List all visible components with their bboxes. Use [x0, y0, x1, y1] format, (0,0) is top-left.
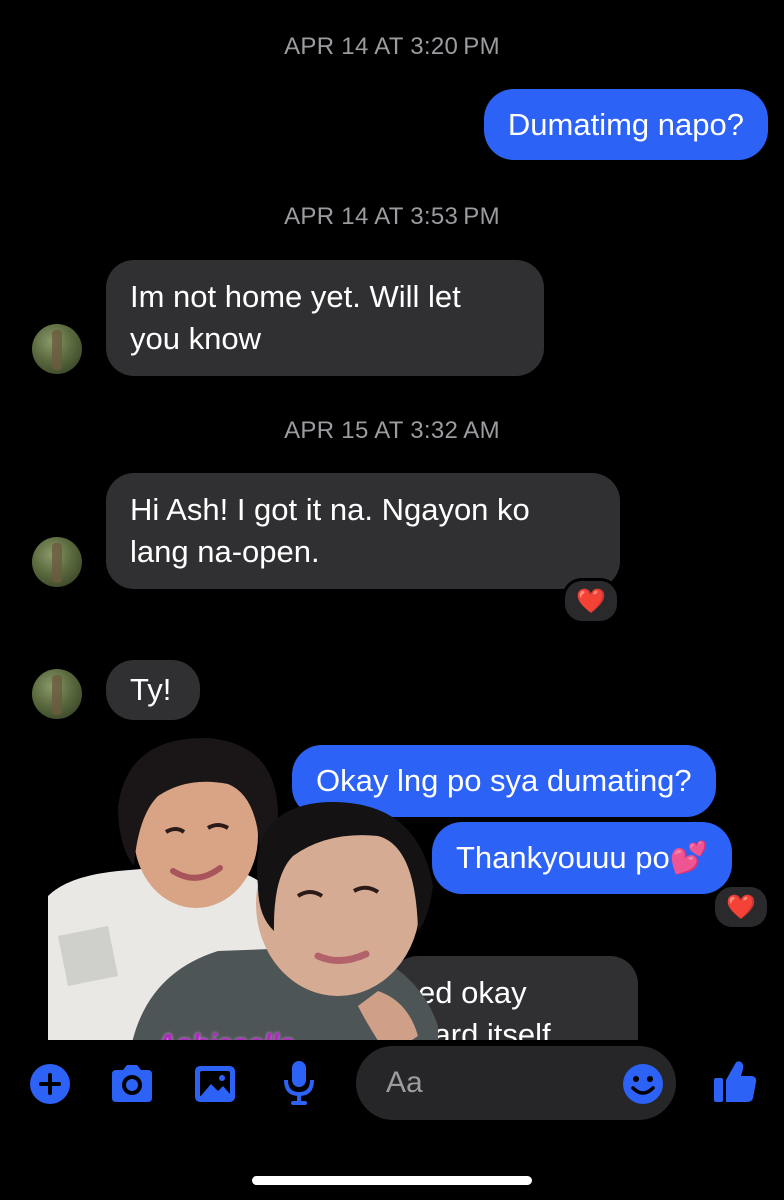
message-line: card itself — [418, 1017, 551, 1040]
timestamp: APR 15 AT 3:32 AM — [284, 417, 500, 444]
microphone-icon[interactable] — [282, 1060, 316, 1111]
incoming-message[interactable]: Im not home yet. Will let you know — [106, 260, 544, 376]
message-text: Thankyouuu po — [456, 840, 670, 875]
message-line: Im not home yet. Will let — [130, 279, 461, 314]
plus-icon[interactable] — [30, 1064, 70, 1109]
message-line: you know — [130, 321, 261, 356]
timestamp: APR 14 AT 3:20 PM — [284, 33, 500, 60]
heart-icon: ❤️ — [576, 587, 606, 615]
contact-avatar[interactable] — [32, 537, 82, 587]
heart-reaction[interactable]: ❤️ — [562, 578, 620, 624]
heart-reaction[interactable]: ❤️ — [712, 884, 770, 930]
home-indicator — [252, 1176, 532, 1185]
camera-icon[interactable] — [108, 1064, 156, 1109]
two-hearts-emoji: 💕 — [669, 840, 709, 875]
message-line: lang na-open. — [130, 534, 320, 569]
heart-icon: ❤️ — [726, 893, 756, 921]
thumbs-up-icon[interactable] — [712, 1058, 758, 1109]
contact-avatar[interactable] — [32, 669, 82, 719]
emoji-icon[interactable] — [622, 1063, 664, 1110]
input-placeholder: Aa — [386, 1066, 423, 1099]
message-line: Hi Ash! I got it na. Ngayon ko — [130, 492, 530, 527]
contact-avatar[interactable] — [32, 324, 82, 374]
outgoing-message[interactable]: Thankyouuu po💕 — [432, 822, 733, 894]
incoming-message[interactable]: Hi Ash! I got it na. Ngayon ko lang na-o… — [106, 473, 620, 589]
timestamp: APR 14 AT 3:53 PM — [284, 203, 500, 230]
people-photo — [48, 737, 438, 1066]
image-icon[interactable] — [194, 1064, 236, 1109]
outgoing-message[interactable]: Dumatimg napo? — [483, 89, 768, 160]
incoming-message[interactable]: Ty! — [106, 660, 200, 720]
message-line: ed okay — [418, 975, 527, 1010]
photo-sticker[interactable]: Ashiesells — [48, 736, 438, 1066]
